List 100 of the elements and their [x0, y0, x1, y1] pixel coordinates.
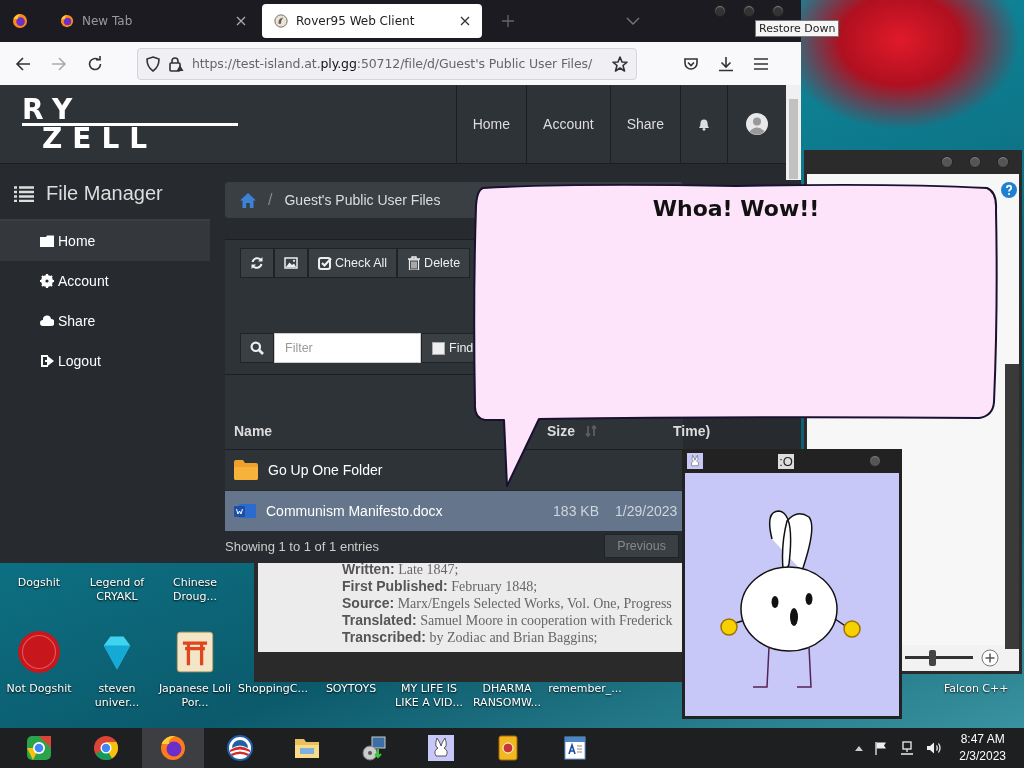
firefox-icon[interactable]: [12, 13, 28, 29]
sidebar-title: File Manager: [46, 182, 163, 205]
star-icon[interactable]: [612, 55, 628, 72]
document-line: Transcribed: by Zodiac and Brian Baggins;: [342, 629, 599, 646]
find-checkbox[interactable]: Find: [421, 333, 476, 363]
delete-button[interactable]: Delete: [397, 248, 471, 278]
pocket-icon[interactable]: [683, 55, 699, 72]
download-icon[interactable]: [718, 55, 734, 72]
browser-tab[interactable]: Rover95 Web Client: [262, 4, 482, 38]
table-row[interactable]: Communism Manifesto.docx 183 KB 1/29/2023: [225, 491, 683, 532]
check-all-button[interactable]: Check All: [308, 248, 398, 278]
entries-info: Showing 1 to 1 of 1 entries: [225, 538, 379, 554]
installer-icon: [360, 734, 388, 762]
gear-icon: [40, 274, 54, 288]
scrollbar[interactable]: [1005, 364, 1019, 649]
checkbox-icon: [318, 256, 332, 270]
separator: /: [268, 191, 273, 209]
document-line: Source: Marx/Engels Selected Works, Vol. One, Progress: [342, 595, 673, 612]
icon-label: steven univer...: [93, 682, 141, 710]
firefox-icon: [159, 734, 187, 762]
plus-icon[interactable]: [502, 15, 514, 27]
icon-label: MY LIFE IS LIKE A VID...: [394, 682, 464, 710]
window-button[interactable]: [941, 156, 953, 168]
nav-link[interactable]: Home: [455, 85, 527, 163]
flag-icon[interactable]: [874, 741, 889, 755]
column-header: Size: [547, 423, 575, 439]
circle-logo-icon: [226, 734, 254, 762]
nav-link[interactable]: Share: [609, 85, 680, 163]
icon-label: DHARMA RANSOMW...: [471, 682, 543, 710]
window-button[interactable]: [969, 156, 981, 168]
speech-text: Whoa! Wow!!: [651, 196, 821, 221]
search-icon: [250, 341, 264, 355]
document-line: Written: Late 1847;: [342, 561, 460, 578]
column-header: Name: [234, 423, 273, 439]
icon-label: Not Dogshit: [5, 682, 73, 696]
icon-label: ShoppingC...: [237, 682, 309, 696]
document-line: First Published: February 1848;: [342, 578, 539, 595]
search-button[interactable]: [240, 333, 274, 363]
window-button[interactable]: [743, 5, 755, 17]
chevron-down-icon[interactable]: [626, 17, 640, 25]
icon-label: Legend of CRYAKL: [88, 576, 146, 604]
icon-label: Chinese Droug...: [172, 576, 218, 604]
sidebar-item[interactable]: Account: [0, 261, 210, 301]
sidebar-item[interactable]: Share: [0, 301, 210, 341]
clock-time: 8:47 AM: [959, 731, 1006, 748]
address-bar[interactable]: https://test-island.at.ply.gg:50712/file/d/Guest's Public User Files/: [137, 47, 637, 80]
sidebar-item[interactable]: Logout: [0, 341, 210, 381]
breadcrumb-item: Guest's Public User Files: [284, 192, 441, 208]
cloud-icon: [40, 314, 54, 328]
refresh-button[interactable]: [240, 248, 274, 278]
window-button[interactable]: [714, 5, 726, 17]
network-icon[interactable]: [899, 741, 916, 755]
close-icon[interactable]: [460, 16, 470, 26]
sidebar-item[interactable]: Home: [0, 221, 210, 261]
image-button[interactable]: [274, 248, 308, 278]
caret-up-icon[interactable]: [855, 745, 864, 751]
zoom-in-icon[interactable]: [981, 649, 999, 667]
logo[interactable]: RY ZELL: [0, 85, 238, 163]
wordpad-icon: [561, 734, 589, 762]
word-document-icon: [234, 502, 256, 520]
menu-icon[interactable]: [753, 55, 769, 72]
file-date: 1/29/2023: [615, 503, 678, 519]
chrome-old-icon: [25, 734, 53, 762]
bell-icon: [697, 117, 711, 131]
column-header: Time): [673, 423, 711, 439]
back-icon[interactable]: [15, 55, 31, 72]
folder-icon: [40, 234, 54, 248]
browser-tab[interactable]: New Tab: [48, 4, 258, 38]
bunny-icon[interactable]: [687, 453, 703, 469]
refresh-icon: [250, 256, 264, 270]
window-button[interactable]: [869, 455, 881, 467]
window-button[interactable]: [997, 156, 1009, 168]
speaker-icon[interactable]: [926, 741, 943, 755]
scrollbar[interactable]: [786, 85, 801, 180]
icon-label: Dogshit: [16, 576, 62, 590]
icon-label: SOYTOYS: [324, 682, 378, 696]
icon-label: Falcon C++: [944, 682, 1009, 695]
slider-thumb[interactable]: [929, 650, 937, 666]
reload-icon[interactable]: [87, 55, 103, 72]
scroll-thumb[interactable]: [789, 99, 798, 179]
bunny-icon: [427, 734, 455, 762]
close-icon[interactable]: [236, 16, 246, 26]
trash-icon: [407, 256, 422, 270]
shield-icon[interactable]: [146, 55, 160, 72]
file-size: 183 KB: [553, 503, 599, 519]
nav-link[interactable]: Account: [526, 85, 610, 163]
image-icon: [284, 256, 298, 270]
avatar-icon[interactable]: [746, 113, 768, 135]
filter-field[interactable]: Filter: [274, 333, 421, 363]
lock-icon[interactable]: [168, 55, 184, 72]
list-icon: [14, 185, 34, 202]
document-line: Translated: Samuel Moore in cooperation with Frederick: [342, 612, 674, 629]
chrome-icon: [92, 734, 120, 762]
clock[interactable]: 8:47 AM 2/3/2023: [959, 731, 1006, 765]
help-icon[interactable]: [1001, 182, 1017, 198]
home-icon[interactable]: [240, 192, 256, 208]
icon-label: remember_...: [547, 682, 623, 696]
firefox-icon: [60, 14, 74, 28]
window-title: :O: [778, 453, 794, 469]
window-button[interactable]: [772, 5, 784, 17]
